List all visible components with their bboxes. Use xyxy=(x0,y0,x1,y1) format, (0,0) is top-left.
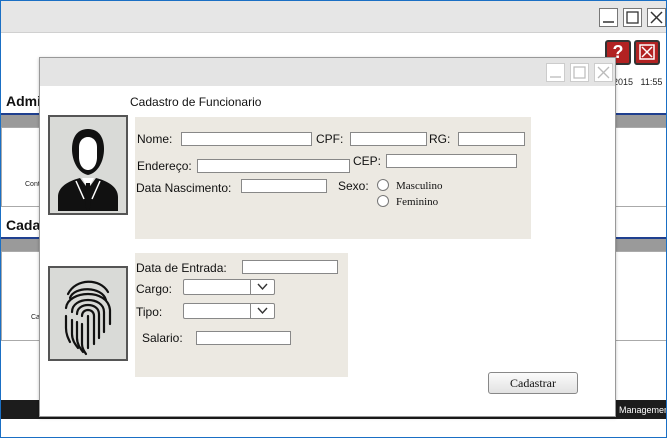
cargo-select[interactable] xyxy=(183,279,275,295)
sexo-label: Sexo: xyxy=(338,179,369,193)
data-entrada-label: Data de Entrada: xyxy=(136,261,227,275)
exit-button[interactable] xyxy=(634,40,660,65)
nome-input[interactable] xyxy=(181,132,312,146)
admin-shortcut-label[interactable]: Cont xyxy=(25,181,40,188)
employee-registration-dialog: Cadastro de Funcionario Nome: CPF: RG: E… xyxy=(39,57,616,417)
app-screen: ? 2015 11:55 Admi Cont Cada Ca Managemen… xyxy=(0,0,667,438)
datetime-display: 2015 11:55 xyxy=(613,77,663,87)
dialog-close-button[interactable] xyxy=(594,63,613,82)
salario-input[interactable] xyxy=(196,331,291,345)
cpf-label: CPF: xyxy=(316,132,344,146)
sexo-masculino-radio[interactable] xyxy=(377,179,389,191)
minimize-icon xyxy=(603,21,614,23)
close-icon xyxy=(639,44,655,60)
cep-label: CEP: xyxy=(353,154,382,168)
chevron-down-icon xyxy=(250,280,274,294)
fingerprint-icon xyxy=(64,280,112,356)
cadastrar-button[interactable]: Cadastrar xyxy=(488,372,578,394)
nascimento-label: Data Nascimento: xyxy=(136,181,232,195)
rg-label: RG: xyxy=(429,132,451,146)
main-minimize-button[interactable] xyxy=(599,8,618,27)
cep-input[interactable] xyxy=(386,154,517,168)
status-bar-text: Managemen xyxy=(619,405,666,415)
dialog-title: Cadastro de Funcionario xyxy=(130,95,262,109)
rg-input[interactable] xyxy=(458,132,525,146)
fingerprint-scanner[interactable] xyxy=(48,266,128,361)
endereco-input[interactable] xyxy=(197,159,350,173)
maximize-icon xyxy=(573,66,586,79)
data-entrada-input[interactable] xyxy=(242,260,338,274)
sexo-masculino-label[interactable]: Masculino xyxy=(396,180,442,192)
main-close-button[interactable] xyxy=(647,8,666,27)
sexo-feminino-label[interactable]: Feminino xyxy=(396,196,438,208)
section-heading-admin: Admi xyxy=(6,93,41,109)
endereco-label: Endereço: xyxy=(137,159,192,173)
dialog-titlebar[interactable] xyxy=(40,58,615,86)
employee-photo[interactable] xyxy=(48,115,128,215)
nascimento-input[interactable] xyxy=(241,179,327,193)
sexo-feminino-radio[interactable] xyxy=(377,195,389,207)
dialog-maximize-button[interactable] xyxy=(570,63,589,82)
main-maximize-button[interactable] xyxy=(623,8,642,27)
section-heading-cadastro: Cada xyxy=(6,217,41,233)
cpf-input[interactable] xyxy=(350,132,427,146)
main-window-titlebar xyxy=(1,1,666,33)
dialog-minimize-button[interactable] xyxy=(546,63,565,82)
maximize-icon xyxy=(626,11,639,24)
tipo-label: Tipo: xyxy=(136,305,163,319)
close-icon xyxy=(597,66,610,79)
minimize-icon xyxy=(550,76,561,78)
nome-label: Nome: xyxy=(137,132,173,146)
user-silhouette-icon xyxy=(58,129,118,211)
chevron-down-icon xyxy=(250,304,274,318)
cargo-label: Cargo: xyxy=(136,282,173,296)
close-icon xyxy=(650,11,663,24)
salario-label: Salario: xyxy=(142,331,183,345)
tipo-select[interactable] xyxy=(183,303,275,319)
